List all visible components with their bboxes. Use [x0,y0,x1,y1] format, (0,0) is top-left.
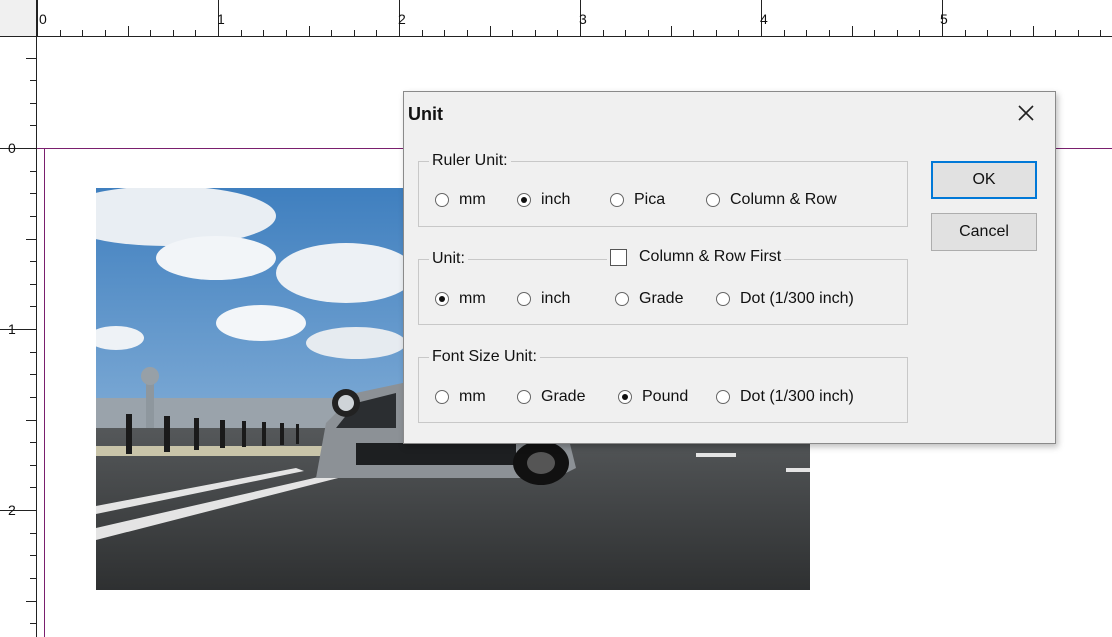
radio-label: Column & Row [730,191,837,208]
radio-indicator [610,193,624,207]
close-icon[interactable] [1015,102,1037,124]
h-ruler-label-5: 5 [940,11,948,27]
radio-label: Pica [634,191,666,208]
radio-label: Pound [642,388,689,405]
ruler-unit-pica-radio[interactable]: Pica [610,191,665,209]
h-ruler-label-1: 1 [217,11,225,27]
radio-label: Dot (1/300 inch) [740,290,854,307]
radio-indicator [435,390,449,404]
horizontal-ruler-ticks [37,0,1101,36]
ruler-corner [0,0,37,37]
unit-group: Unit: Column & Row First mm inch Grade D… [418,248,908,325]
h-ruler-label-2: 2 [398,11,406,27]
unit-inch-radio[interactable]: inch [517,290,570,308]
radio-indicator [618,390,632,404]
ok-button[interactable]: OK [931,161,1037,199]
horizontal-ruler[interactable]: 0 1 2 3 4 5 [37,0,1112,37]
radio-indicator [435,292,449,306]
radio-indicator [435,193,449,207]
v-ruler-label-2: 2 [8,502,16,518]
radio-label: mm [459,388,486,405]
radio-label: mm [459,191,486,208]
unit-mm-radio[interactable]: mm [435,290,486,308]
radio-indicator [517,193,531,207]
ruler-unit-mm-radio[interactable]: mm [435,191,486,209]
v-ruler-label-0: 0 [8,140,16,156]
checkbox-label: Column & Row First [639,248,782,265]
unit-grade-radio[interactable]: Grade [615,290,683,308]
font-size-mm-radio[interactable]: mm [435,388,486,406]
ruler-unit-group: Ruler Unit: mm inch Pica Column & Row [418,152,908,227]
h-ruler-label-4: 4 [760,11,768,27]
ruler-unit-column-row-radio[interactable]: Column & Row [706,191,837,209]
radio-indicator [716,390,730,404]
radio-label: Grade [639,290,684,307]
radio-indicator [615,292,629,306]
radio-label: mm [459,290,486,307]
font-size-unit-group: Font Size Unit: mm Grade Pound Dot (1/30… [418,348,908,423]
ruler-unit-legend: Ruler Unit: [429,152,511,170]
radio-label: Dot (1/300 inch) [740,388,854,405]
checkbox-indicator [610,248,627,266]
radio-label: Grade [541,388,586,405]
unit-legend: Unit: [429,250,468,268]
page-border-left [44,148,45,637]
h-ruler-label-3: 3 [579,11,587,27]
cancel-button[interactable]: Cancel [931,213,1037,251]
dialog-title: Unit [408,104,443,124]
font-size-grade-radio[interactable]: Grade [517,388,585,406]
column-row-first-checkbox[interactable]: Column & Row First [607,248,785,266]
radio-label: inch [541,191,571,208]
font-size-pound-radio[interactable]: Pound [618,388,688,406]
radio-indicator [517,292,531,306]
radio-indicator [706,193,720,207]
vertical-ruler[interactable]: 0 1 2 [0,37,37,637]
radio-indicator [517,390,531,404]
font-size-unit-legend: Font Size Unit: [429,348,540,366]
v-ruler-label-1: 1 [8,321,16,337]
unit-dialog: Unit Ruler Unit: mm inch Pica Column & R… [403,91,1056,444]
radio-label: inch [541,290,571,307]
font-size-dot-radio[interactable]: Dot (1/300 inch) [716,388,854,406]
ruler-unit-inch-radio[interactable]: inch [517,191,570,209]
radio-indicator [716,292,730,306]
unit-dot-radio[interactable]: Dot (1/300 inch) [716,290,854,308]
h-ruler-label-0: 0 [39,11,47,27]
vertical-ruler-ticks [0,58,36,624]
